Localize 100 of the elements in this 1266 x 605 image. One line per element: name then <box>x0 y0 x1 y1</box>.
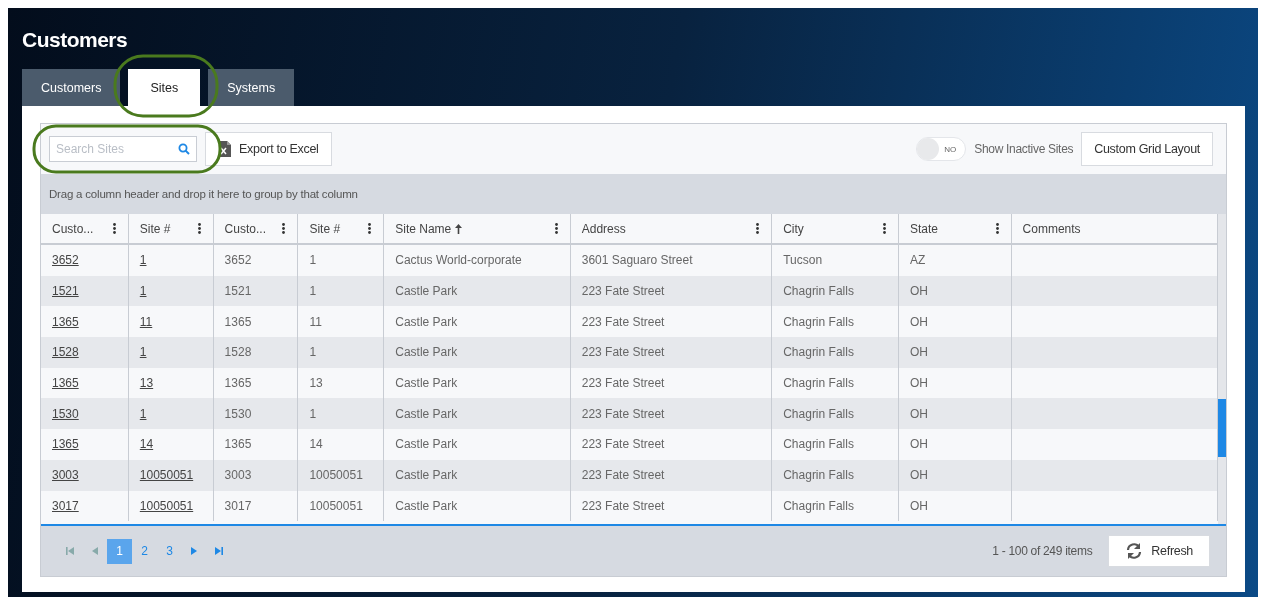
table-link[interactable]: 11 <box>139 314 153 329</box>
table-cell: 223 Fate Street <box>581 498 665 513</box>
table-link[interactable]: 10050051 <box>139 468 194 483</box>
column-menu-icon[interactable] <box>995 223 999 234</box>
table-cell: OH <box>909 498 928 513</box>
table-link[interactable]: 1365 <box>52 314 79 329</box>
table-cell: 1521 <box>224 284 252 299</box>
page-title: Customers <box>22 27 129 50</box>
table-cell: Castle Park <box>395 284 458 299</box>
column-header[interactable]: Address <box>570 214 773 245</box>
table-cell: 223 Fate Street <box>581 376 665 391</box>
table-link[interactable]: 14 <box>139 437 154 452</box>
column-header[interactable]: Site # <box>298 214 385 245</box>
table-cell: Chagrin Falls <box>783 468 854 483</box>
table-link[interactable]: 1521 <box>52 284 79 299</box>
table-link[interactable]: 1 <box>139 284 147 299</box>
table-cell: 1530 <box>224 406 252 421</box>
column-menu-icon[interactable] <box>554 223 558 234</box>
table-cell: Chagrin Falls <box>783 437 854 452</box>
group-hint: Drag a column header and drop it here to group by that column <box>49 188 358 200</box>
tab[interactable]: Customers <box>22 69 121 106</box>
table-cell: 10050051 <box>309 468 363 483</box>
table-cell: 223 Fate Street <box>581 345 665 360</box>
table-link[interactable]: 1 <box>139 253 147 268</box>
table-link[interactable]: 3652 <box>52 253 79 268</box>
table-cell: OH <box>909 345 928 360</box>
table-link[interactable]: 1530 <box>52 406 79 421</box>
table-cell: Castle Park <box>395 345 458 360</box>
table-cell: 1 <box>309 284 317 299</box>
table-link[interactable]: 13 <box>139 376 154 391</box>
toggle-switch[interactable]: NO <box>916 137 967 161</box>
table-cell: AZ <box>909 253 926 268</box>
table-cell: Chagrin Falls <box>783 406 854 421</box>
table-cell: Castle Park <box>395 376 458 391</box>
items-summary: 1 - 100 of 249 items <box>992 544 1093 558</box>
table-cell: 11 <box>309 314 322 329</box>
table-cell: OH <box>909 406 928 421</box>
last-page-icon[interactable] <box>215 547 223 555</box>
column-header[interactable]: State <box>898 214 1012 245</box>
column-header[interactable]: Site # <box>128 214 214 245</box>
table-cell: Chagrin Falls <box>783 376 854 391</box>
column-header[interactable]: Comments <box>1011 214 1218 245</box>
table-link[interactable]: 3003 <box>52 468 79 483</box>
tab[interactable]: Systems <box>208 69 295 106</box>
table-cell: Castle Park <box>395 468 458 483</box>
table-cell: Cactus World-corporate <box>395 253 522 268</box>
table-cell: OH <box>909 468 928 483</box>
column-menu-icon[interactable] <box>282 223 286 234</box>
table-cell: 1 <box>309 345 317 360</box>
table-cell: 223 Fate Street <box>581 406 665 421</box>
table-cell: 1 <box>309 406 317 421</box>
table-cell: Chagrin Falls <box>783 314 854 329</box>
table-link[interactable]: 1 <box>139 406 147 421</box>
table-cell: OH <box>909 284 928 299</box>
custom-layout-button[interactable]: Custom Grid Layout <box>1081 132 1213 166</box>
column-menu-icon[interactable] <box>368 223 372 234</box>
table-cell: Chagrin Falls <box>783 498 854 513</box>
table-cell: 223 Fate Street <box>581 437 665 452</box>
table-link[interactable]: 1528 <box>52 345 79 360</box>
table-cell: OH <box>909 437 928 452</box>
search-field[interactable]: Search Sites <box>49 136 197 162</box>
refresh-button[interactable]: Refresh <box>1108 535 1210 567</box>
table-cell: Castle Park <box>395 498 458 513</box>
table-cell: 223 Fate Street <box>581 314 665 329</box>
table-cell: 10050051 <box>309 498 363 513</box>
table-link[interactable]: 1 <box>139 345 147 360</box>
scrollbar[interactable] <box>1218 214 1226 524</box>
column-header[interactable]: Custo... <box>213 214 299 245</box>
table-link[interactable]: 1365 <box>52 376 79 391</box>
table-cell: 14 <box>309 437 323 452</box>
table-cell: 3017 <box>224 498 252 513</box>
table-cell: 13 <box>309 376 323 391</box>
refresh-icon <box>1125 543 1144 559</box>
next-page-icon[interactable] <box>191 547 197 555</box>
column-menu-icon[interactable] <box>112 223 116 234</box>
table-cell: 1365 <box>224 314 252 329</box>
table-link[interactable]: 1365 <box>52 437 79 452</box>
search-icon <box>178 143 190 155</box>
column-menu-icon[interactable] <box>756 223 760 234</box>
table-cell: 3601 Saguaro Street <box>581 253 693 268</box>
column-menu-icon[interactable] <box>882 223 886 234</box>
scrollbar-thumb[interactable] <box>1218 399 1226 457</box>
table-cell: 223 Fate Street <box>581 468 665 483</box>
tab[interactable]: Sites <box>128 69 201 106</box>
table-cell: 1365 <box>224 437 252 452</box>
table-cell: Castle Park <box>395 406 458 421</box>
table-link[interactable]: 3017 <box>52 498 79 513</box>
column-header[interactable]: City <box>772 214 899 245</box>
table-cell: Castle Park <box>395 437 458 452</box>
table-cell: Tucson <box>783 253 823 268</box>
column-header[interactable]: Custo... <box>41 214 129 245</box>
table-cell: Chagrin Falls <box>783 284 854 299</box>
table-cell: 1528 <box>224 345 252 360</box>
table-link[interactable]: 10050051 <box>139 498 194 513</box>
column-menu-icon[interactable] <box>197 223 201 234</box>
export-button[interactable]: Export to Excel <box>205 132 332 166</box>
table-cell: OH <box>909 314 928 329</box>
column-header[interactable]: Site Name <box>384 214 571 245</box>
table-cell: 3003 <box>224 468 252 483</box>
table-cell: Castle Park <box>395 314 458 329</box>
